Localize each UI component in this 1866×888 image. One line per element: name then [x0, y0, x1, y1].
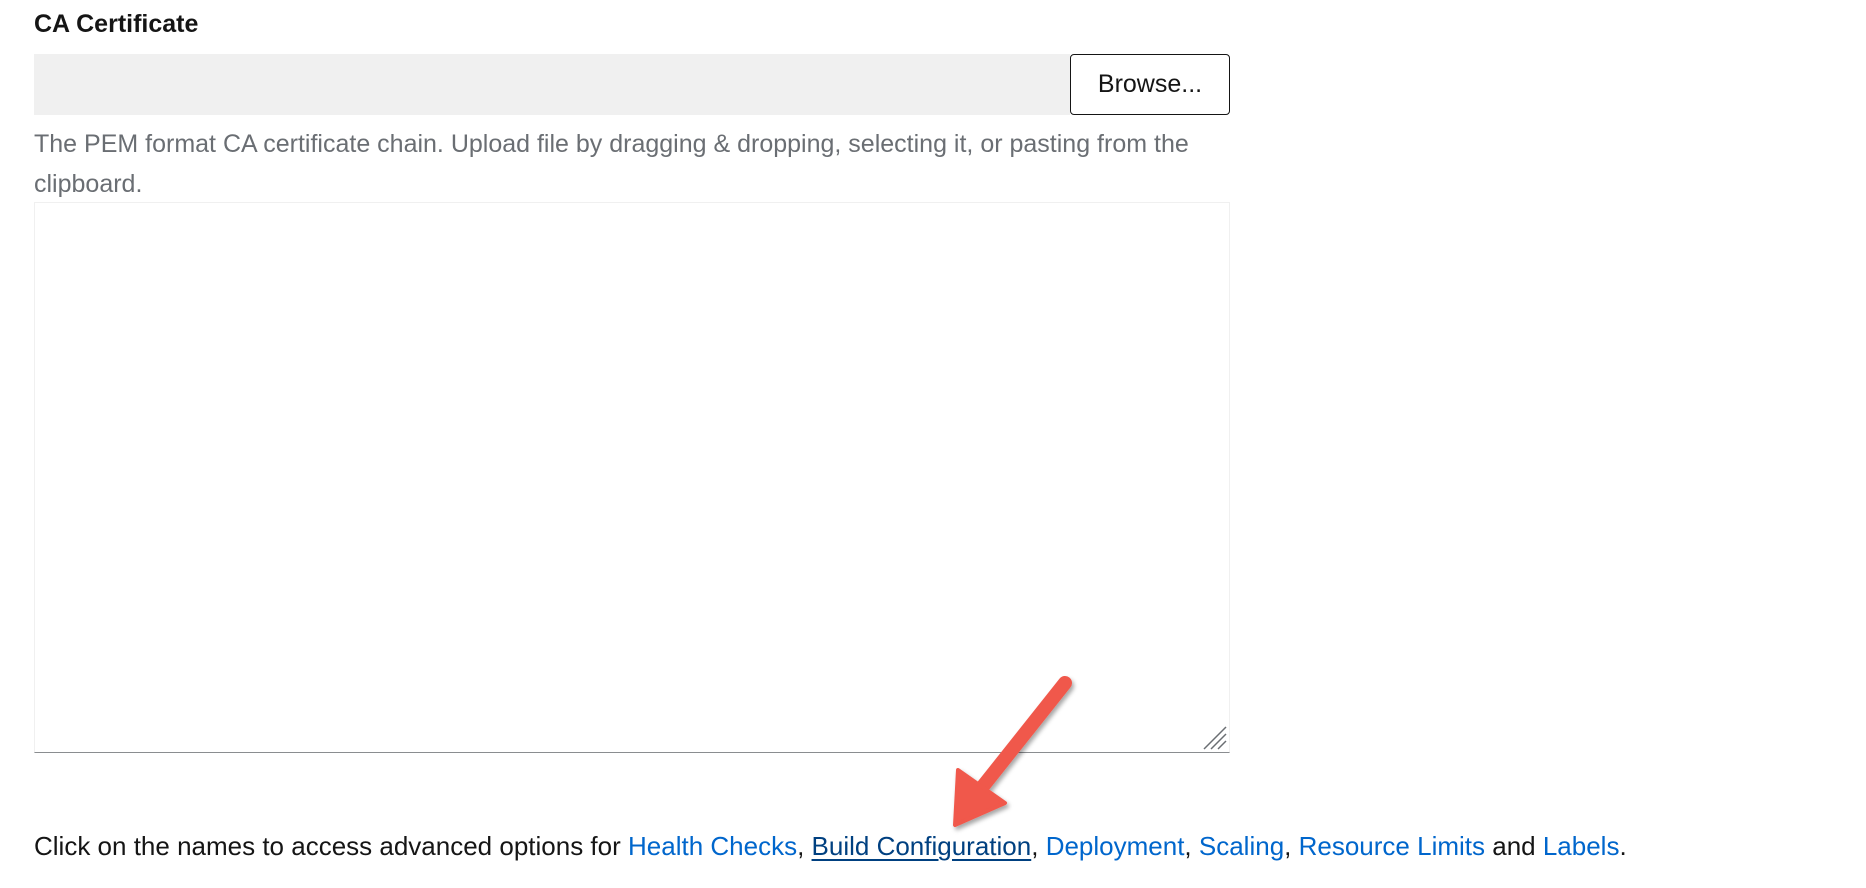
link-scaling[interactable]: Scaling [1199, 831, 1284, 861]
separator: , [1284, 831, 1299, 861]
browse-button[interactable]: Browse... [1070, 54, 1230, 115]
link-labels[interactable]: Labels [1543, 831, 1620, 861]
separator: , [1184, 831, 1199, 861]
helper-text: The PEM format CA certificate chain. Upl… [34, 130, 1189, 198]
separator: , [1031, 831, 1046, 861]
filename-field[interactable] [34, 54, 1070, 115]
file-upload-row: Browse... [34, 54, 1230, 115]
resize-grip-icon[interactable] [1202, 725, 1228, 751]
ca-certificate-label: CA Certificate [34, 10, 199, 38]
link-resource-limits[interactable]: Resource Limits [1299, 831, 1485, 861]
advanced-intro: Click on the names to access advanced op… [34, 831, 628, 861]
link-health-checks[interactable]: Health Checks [628, 831, 797, 861]
advanced-options-text: Click on the names to access advanced op… [34, 826, 1627, 866]
separator: , [797, 831, 812, 861]
link-deployment[interactable]: Deployment [1046, 831, 1185, 861]
certificate-textarea[interactable] [34, 202, 1230, 753]
conjunction: and [1485, 831, 1543, 861]
terminator: . [1619, 831, 1627, 861]
link-build-configuration[interactable]: Build Configuration [812, 831, 1032, 861]
